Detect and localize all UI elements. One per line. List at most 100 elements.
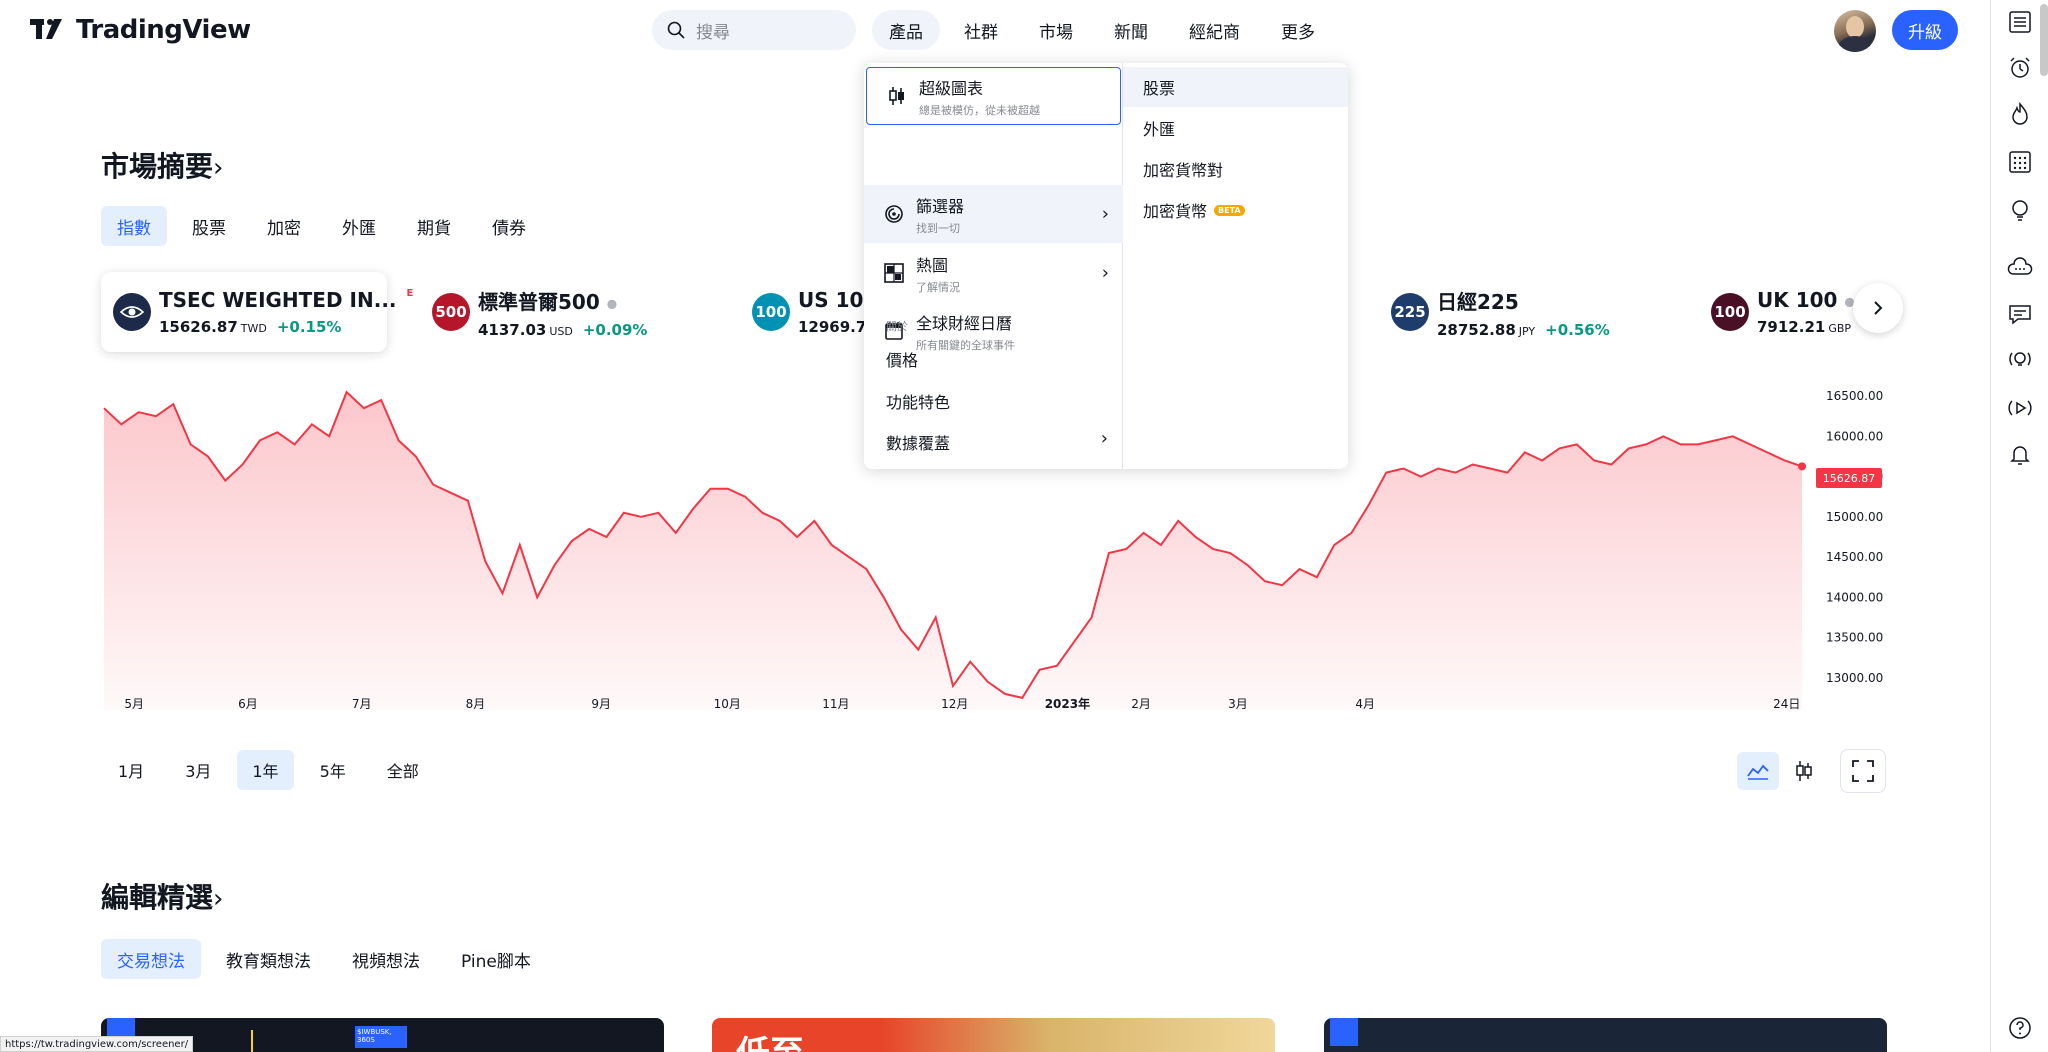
candle-chart-button[interactable] (1783, 752, 1825, 790)
ticker-sp500[interactable]: 500 標準普爾500 ● 4137.03 USD +0.09% (432, 272, 647, 352)
ticker-flag: E (406, 288, 414, 299)
ticker-value: 28752.88 (1437, 320, 1516, 339)
area-chart-icon (1747, 764, 1769, 780)
tab-indices[interactable]: 指數 (101, 206, 167, 246)
lightbulb-icon[interactable] (2006, 196, 2034, 224)
nav-brokers[interactable]: 經紀商 (1172, 10, 1257, 50)
tab-video-ideas[interactable]: 視頻想法 (336, 939, 436, 979)
nav-markets[interactable]: 市場 (1022, 10, 1090, 50)
x-tick-label: 9月 (591, 697, 611, 711)
ticker-nikkei225[interactable]: 225 日經225 28752.88 JPY +0.56% (1391, 272, 1610, 352)
range-all[interactable]: 全部 (372, 750, 434, 790)
nav-products[interactable]: 產品 (872, 10, 940, 50)
streams-icon[interactable] (2006, 394, 2034, 422)
flame-icon[interactable] (2006, 100, 2034, 128)
submenu-crypto-coins[interactable]: 加密貨幣 BETA (1123, 190, 1348, 230)
area-chart-button[interactable] (1737, 752, 1779, 790)
ticker-quote: 15626.87 TWD +0.15% (159, 318, 413, 336)
tab-pine-scripts[interactable]: Pine腳本 (445, 939, 547, 979)
submenu-crypto-pairs[interactable]: 加密貨幣對 (1123, 149, 1348, 189)
tab-education-ideas[interactable]: 教育類想法 (210, 939, 327, 979)
ticker-name: US 100 (798, 288, 864, 312)
nav-more[interactable]: 更多 (1264, 10, 1332, 50)
menu-item-sub: 了解情況 (916, 280, 960, 294)
cloud-chat-icon[interactable] (2006, 254, 2034, 282)
tab-stocks[interactable]: 股票 (176, 206, 242, 246)
chevron-right-icon: › (213, 153, 224, 183)
editors-picks-title-text: 編輯精選 (101, 881, 214, 914)
x-tick-label: 2月 (1131, 697, 1151, 711)
menu-item-text: 熱圖 了解情況 (916, 252, 960, 295)
menu-section-about: 關於 (886, 320, 908, 333)
ticker-value: 15626.87 (159, 318, 238, 336)
ticker-currency: GBP (1828, 322, 1852, 335)
right-toolbar (1990, 0, 2048, 1052)
submenu-stocks[interactable]: 股票 (1123, 67, 1348, 107)
thumb-info-label: $IWBUSK, 360S (355, 1026, 407, 1048)
products-dropdown: 超級圖表 總是被模仿，從未被超越 篩選器 找到一切 › 熱圖 了解情況 › 全球… (864, 63, 1348, 469)
menu-heatmap[interactable]: 熱圖 了解情況 › (864, 244, 1123, 302)
menu-item-text: 全球財經日曆 所有關鍵的全球事件 (916, 310, 1015, 353)
submenu-crypto-coins-label: 加密貨幣 (1143, 202, 1208, 221)
fullscreen-button[interactable] (1840, 749, 1886, 793)
y-tick-label: 16500.00 (1826, 389, 1883, 403)
ticker-card-tsec[interactable]: TSEC WEIGHTED IN... E 15626.87 TWD +0.15% (101, 272, 413, 352)
ticker-us100[interactable]: 100 US 100 12969.76 (752, 272, 864, 352)
tab-bonds[interactable]: 債券 (476, 206, 542, 246)
tab-forex[interactable]: 外匯 (326, 206, 392, 246)
us100-badge: 100 (752, 293, 790, 331)
menu-data-coverage[interactable]: 數據覆蓋 › (886, 428, 1108, 454)
alarm-clock-icon[interactable] (2006, 54, 2034, 82)
range-1m[interactable]: 1月 (103, 750, 159, 790)
upgrade-button[interactable]: 升級 (1892, 10, 1958, 50)
x-tick-label: 10月 (714, 697, 741, 711)
ticker-value: 4137.03 (478, 320, 547, 339)
search-placeholder: 搜尋 (696, 22, 730, 43)
thumb-headline: 低至 (736, 1026, 804, 1052)
chat-icon[interactable] (2006, 300, 2034, 328)
nav-news[interactable]: 新聞 (1097, 10, 1165, 50)
user-avatar[interactable] (1834, 10, 1876, 52)
menu-screener[interactable]: 篩選器 找到一切 › (864, 185, 1123, 243)
search-box[interactable]: 搜尋 (652, 10, 856, 50)
market-summary-title[interactable]: 市場摘要› (101, 145, 223, 185)
ticker-body: US 100 12969.76 (798, 288, 864, 336)
ideas-stream-icon[interactable] (2006, 346, 2034, 374)
products-menu-right: 股票 外匯 加密貨幣對 加密貨幣 BETA (1123, 63, 1348, 469)
nav-community[interactable]: 社群 (947, 10, 1015, 50)
ticker-body: 標準普爾500 ● 4137.03 USD +0.09% (478, 286, 647, 339)
range-5y[interactable]: 5年 (305, 750, 361, 790)
tab-crypto[interactable]: 加密 (251, 206, 317, 246)
ticker-uk100[interactable]: 100 UK 100 ● 7912.21 GBP (1711, 272, 1855, 352)
submenu-forex[interactable]: 外匯 (1123, 108, 1348, 148)
range-3m[interactable]: 3月 (170, 750, 226, 790)
menu-item-text: 篩選器 找到一切 (916, 193, 964, 236)
page-scrollbar[interactable] (2040, 4, 2048, 76)
logo-text: TradingView (76, 15, 251, 45)
menu-pricing[interactable]: 價格 (886, 347, 918, 371)
calendar-grid-icon[interactable] (2006, 148, 2034, 176)
bell-icon[interactable] (2006, 440, 2034, 468)
ticker-quote: 28752.88 JPY +0.56% (1437, 321, 1610, 339)
idea-thumbnail-3[interactable] (1324, 1018, 1887, 1052)
editors-picks-title[interactable]: 編輯精選› (101, 876, 223, 916)
ticker-body: UK 100 ● 7912.21 GBP (1757, 288, 1855, 336)
tradingview-logo[interactable]: TradingView (30, 14, 251, 46)
ticker-body: 日經225 28752.88 JPY +0.56% (1437, 286, 1610, 339)
market-summary-title-text: 市場摘要 (101, 150, 214, 183)
menu-item-title: 超級圖表 (919, 78, 984, 98)
ticker-quote: 12969.76 (798, 318, 864, 336)
menu-supercharts[interactable]: 超級圖表 總是被模仿，從未被超越 (866, 67, 1121, 125)
menu-features[interactable]: 功能特色 (886, 389, 950, 413)
x-tick-label: 3月 (1228, 697, 1248, 711)
products-menu-left: 超級圖表 總是被模仿，從未被超越 篩選器 找到一切 › 熱圖 了解情況 › 全球… (864, 63, 1123, 469)
watchlist-icon[interactable] (2006, 8, 2034, 36)
tab-futures[interactable]: 期貨 (401, 206, 467, 246)
ticker-change: +0.56% (1545, 320, 1610, 339)
idea-thumbnail-2[interactable]: 低至 (712, 1018, 1275, 1052)
x-tick-label: 5月 (124, 697, 144, 711)
range-1y[interactable]: 1年 (237, 750, 294, 790)
help-icon[interactable] (2006, 1014, 2034, 1042)
tab-trade-ideas[interactable]: 交易想法 (101, 939, 201, 979)
ticker-next-button[interactable] (1853, 283, 1903, 333)
